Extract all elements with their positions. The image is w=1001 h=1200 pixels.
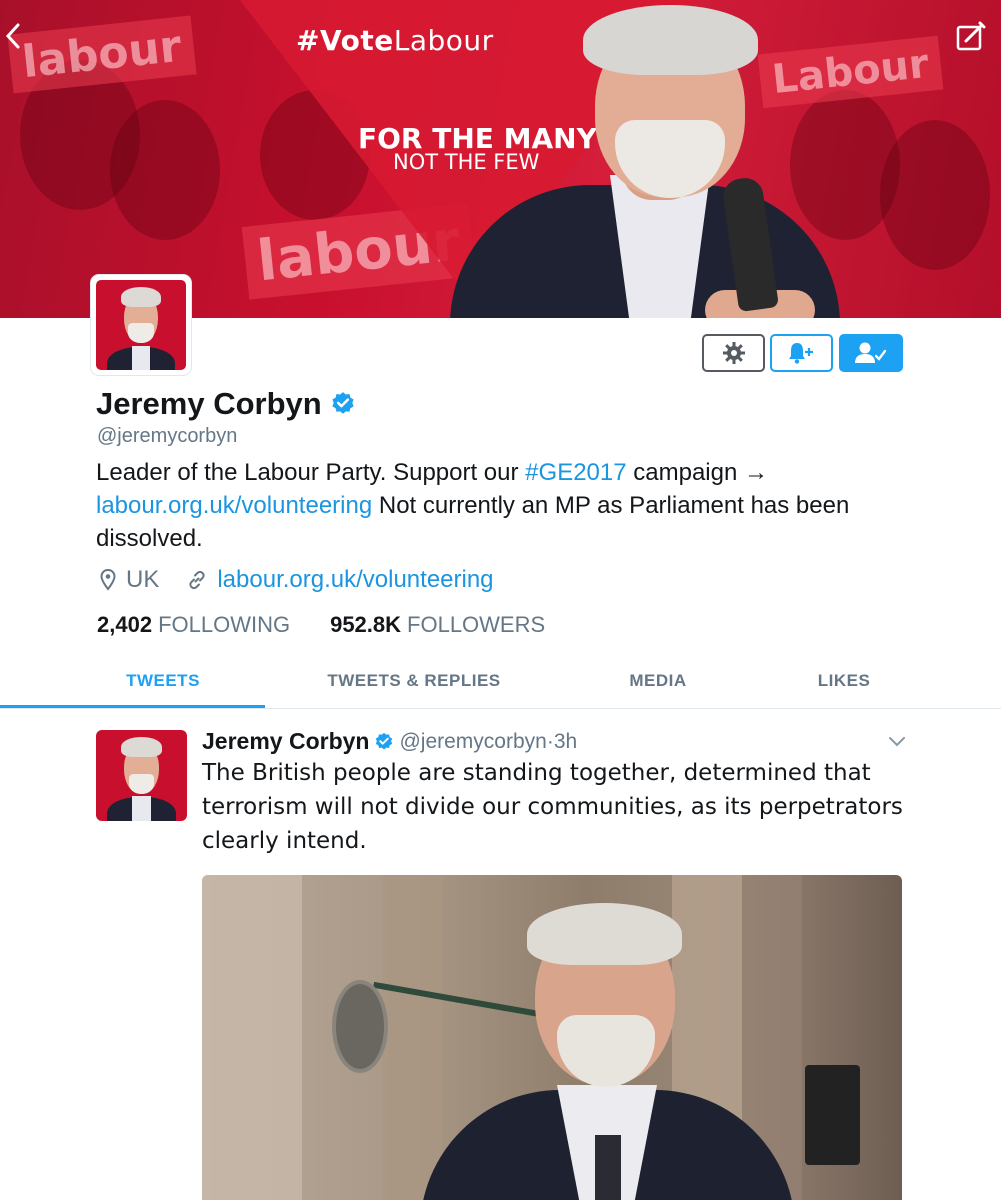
tweet-separator: · <box>546 729 554 753</box>
active-tab-indicator <box>0 705 265 708</box>
banner-crowd-shape <box>110 100 220 240</box>
avatar-shirt <box>132 796 151 821</box>
banner-sign: labour <box>7 15 197 94</box>
profile-meta: UK labour.org.uk/volunteering <box>100 566 494 594</box>
settings-button[interactable] <box>702 334 765 372</box>
tweet-author-handle[interactable]: @jeremycorbyn <box>399 730 546 754</box>
tab-likes[interactable]: LIKES <box>764 654 924 708</box>
tweet-media-image[interactable] <box>202 875 902 1200</box>
avatar <box>96 280 186 370</box>
tweet-timestamp[interactable]: 3h <box>554 730 577 754</box>
banner-crowd-shape <box>880 120 990 270</box>
following-label: FOLLOWING <box>158 612 291 637</box>
tweet-header: Jeremy Corbyn @jeremycorbyn · 3h <box>202 728 577 755</box>
profile-banner[interactable]: labour labour Labour #VoteLabour FOR THE… <box>0 0 1001 318</box>
profile-website-link[interactable]: labour.org.uk/volunteering <box>217 566 493 594</box>
location-pin-icon <box>100 569 116 591</box>
banner-sign: Labour <box>757 35 944 109</box>
profile-avatar[interactable] <box>91 275 191 375</box>
avatar-beard <box>128 323 154 343</box>
profile-handle: @jeremycorbyn <box>97 425 238 447</box>
media-building-pillar <box>202 875 302 1200</box>
followers-count: 952.8K <box>330 612 402 637</box>
followers-label: FOLLOWERS <box>407 612 546 637</box>
media-plaque <box>332 980 388 1073</box>
profile-name-row: Jeremy Corbyn <box>96 386 356 422</box>
chevron-left-icon <box>5 23 20 49</box>
profile-location: UK <box>126 566 160 593</box>
avatar-beard <box>128 773 155 794</box>
following-count: 2,402 <box>97 612 153 637</box>
bell-plus-icon <box>788 343 813 364</box>
link-icon <box>189 570 205 590</box>
verified-badge-icon <box>376 732 393 749</box>
banner-hashtag: #VoteLabour <box>296 24 494 57</box>
bio-url-link[interactable]: labour.org.uk/volunteering <box>96 492 372 519</box>
notifications-button[interactable] <box>770 334 833 372</box>
verified-badge-icon <box>332 392 354 414</box>
bio-text: campaign → <box>626 459 768 486</box>
following-button[interactable] <box>839 334 903 372</box>
bio-text: Leader of the Labour Party. Support our <box>96 459 526 486</box>
profile-name: Jeremy Corbyn <box>96 386 322 421</box>
profile-bio: Leader of the Labour Party. Support our … <box>96 456 926 555</box>
back-button[interactable] <box>4 22 22 50</box>
gear-icon <box>722 342 745 364</box>
user-check-icon <box>855 342 887 363</box>
tweet-author-avatar[interactable] <box>96 730 187 821</box>
speaker-hair <box>583 5 758 75</box>
compose-icon <box>956 21 986 51</box>
banner-slogan-line2: NOT THE FEW <box>393 150 540 174</box>
media-person-hair <box>527 903 682 965</box>
avatar-shirt <box>132 345 150 370</box>
chevron-down-icon[interactable] <box>888 735 906 749</box>
tweet-text: The British people are standing together… <box>202 760 903 854</box>
followers-count-link[interactable]: 952.8K FOLLOWERS <box>330 612 545 638</box>
avatar-hair <box>121 737 162 758</box>
media-person-tie <box>595 1135 621 1200</box>
profile-counts: 2,402 FOLLOWING 952.8K FOLLOWERS <box>97 612 585 638</box>
tweet-author-name[interactable]: Jeremy Corbyn <box>202 728 369 755</box>
bio-hashtag-link[interactable]: #GE2017 <box>525 459 626 486</box>
compose-button[interactable] <box>955 20 987 52</box>
following-count-link[interactable]: 2,402 FOLLOWING <box>97 612 290 638</box>
tab-media[interactable]: MEDIA <box>560 654 756 708</box>
media-bin <box>805 1065 860 1165</box>
avatar-hair <box>121 287 161 307</box>
profile-tabs: TWEETS TWEETS & REPLIES MEDIA LIKES <box>0 654 1001 709</box>
media-building-pillar <box>382 875 442 1200</box>
tab-tweets-replies[interactable]: TWEETS & REPLIES <box>264 654 564 708</box>
